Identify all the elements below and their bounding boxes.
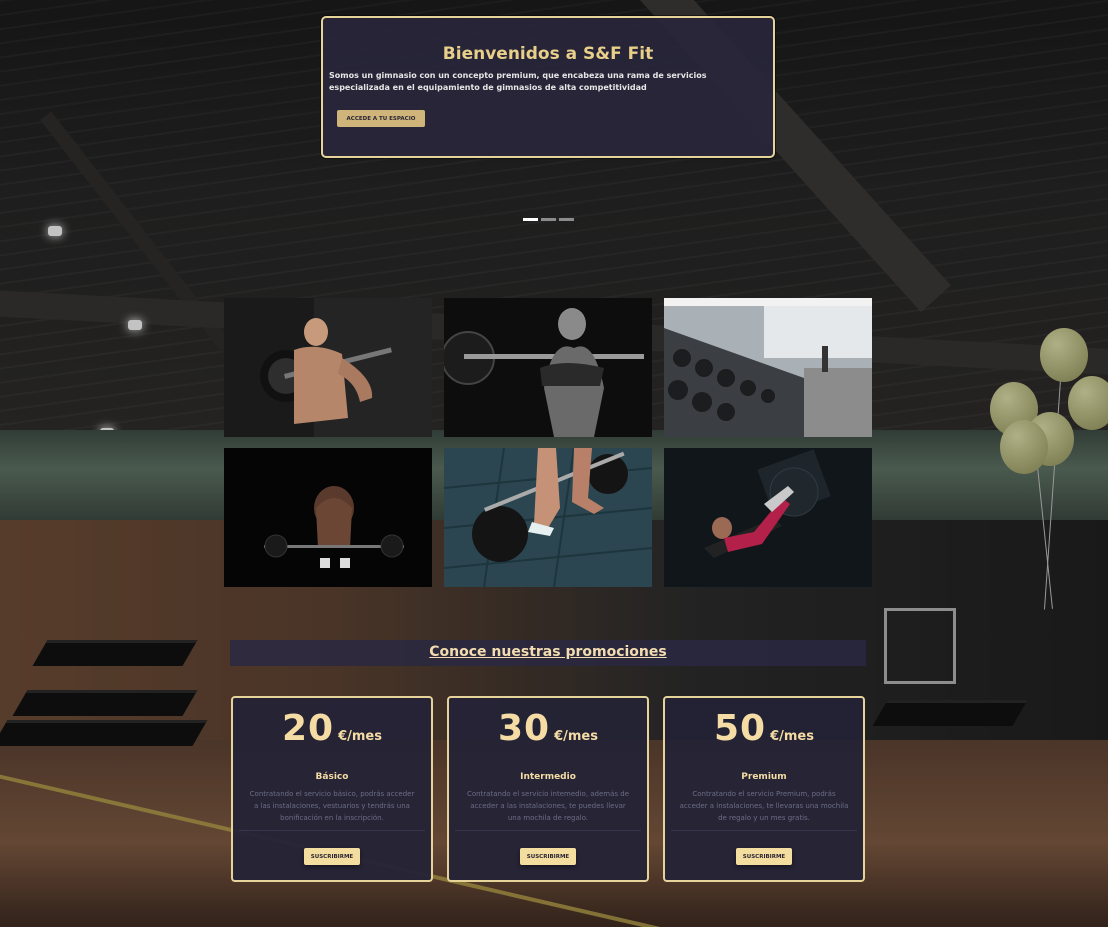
hero-carousel-slide: Bienvenidos a S&F Fit Somos un gimnasio … <box>321 16 775 158</box>
access-your-space-button[interactable]: ACCEDE A TU ESPACIO <box>337 110 425 127</box>
subscribe-premium-button[interactable]: SUSCRIBIRME <box>736 848 792 865</box>
barbell-floor-illustration <box>444 448 652 587</box>
subscribe-intermedio-button[interactable]: SUSCRIBIRME <box>520 848 576 865</box>
plan-name: Premium <box>741 772 787 782</box>
deadlift-dark-illustration <box>224 448 432 587</box>
plan-price-value: 50 <box>713 708 767 749</box>
plan-description: Contratando el servicio Premium, podrás … <box>679 790 849 822</box>
dumbbell-rack-illustration <box>664 298 872 437</box>
dumbbell-rack-photo <box>664 298 872 437</box>
plan-description: Contratando el servicio básico, podrás a… <box>249 790 415 822</box>
carousel-indicators <box>523 218 574 221</box>
weightlifter-curl-photo <box>224 298 432 437</box>
plan-price-unit: €/mes <box>338 729 382 744</box>
carousel-indicator-2[interactable] <box>541 218 556 221</box>
plan-divider <box>671 830 857 831</box>
subscribe-basico-button[interactable]: SUSCRIBIRME <box>304 848 360 865</box>
plan-price-value: 20 <box>281 708 335 749</box>
plan-card-basico: 20 €/mes Básico Contratando el servicio … <box>231 696 433 882</box>
leg-press-photo <box>664 448 872 587</box>
plan-price: 30 €/mes <box>449 708 647 749</box>
promotions-title[interactable]: Conoce nuestras promociones <box>230 644 866 660</box>
deadlift-dark-photo <box>224 448 432 587</box>
plan-price: 20 €/mes <box>233 708 431 749</box>
hero-title: Bienvenidos a S&F Fit <box>442 44 654 64</box>
photo-gallery <box>224 298 872 587</box>
carousel-indicator-1[interactable] <box>523 218 538 221</box>
plan-card-intermedio: 30 €/mes Intermedio Contratando el servi… <box>447 696 649 882</box>
plan-card-premium: 50 €/mes Premium Contratando el servicio… <box>663 696 865 882</box>
leg-press-illustration <box>664 448 872 587</box>
plan-price-unit: €/mes <box>554 729 598 744</box>
plan-name: Intermedio <box>520 772 576 782</box>
squat-barbell-illustration <box>444 298 652 437</box>
plan-divider <box>239 830 425 831</box>
plan-name: Básico <box>315 772 349 782</box>
plan-price: 50 €/mes <box>665 708 863 749</box>
hero-description: Somos un gimnasio con un concepto premiu… <box>329 71 707 92</box>
plan-price-value: 30 <box>497 708 551 749</box>
weightlifter-curl-illustration <box>224 298 432 437</box>
plan-divider <box>455 830 641 831</box>
barbell-floor-photo <box>444 448 652 587</box>
promotions-header: Conoce nuestras promociones <box>230 640 866 666</box>
plan-price-unit: €/mes <box>770 729 814 744</box>
squat-barbell-photo <box>444 298 652 437</box>
plan-description: Contratando el servicio intemedio, ademá… <box>466 790 630 822</box>
carousel-indicator-3[interactable] <box>559 218 574 221</box>
